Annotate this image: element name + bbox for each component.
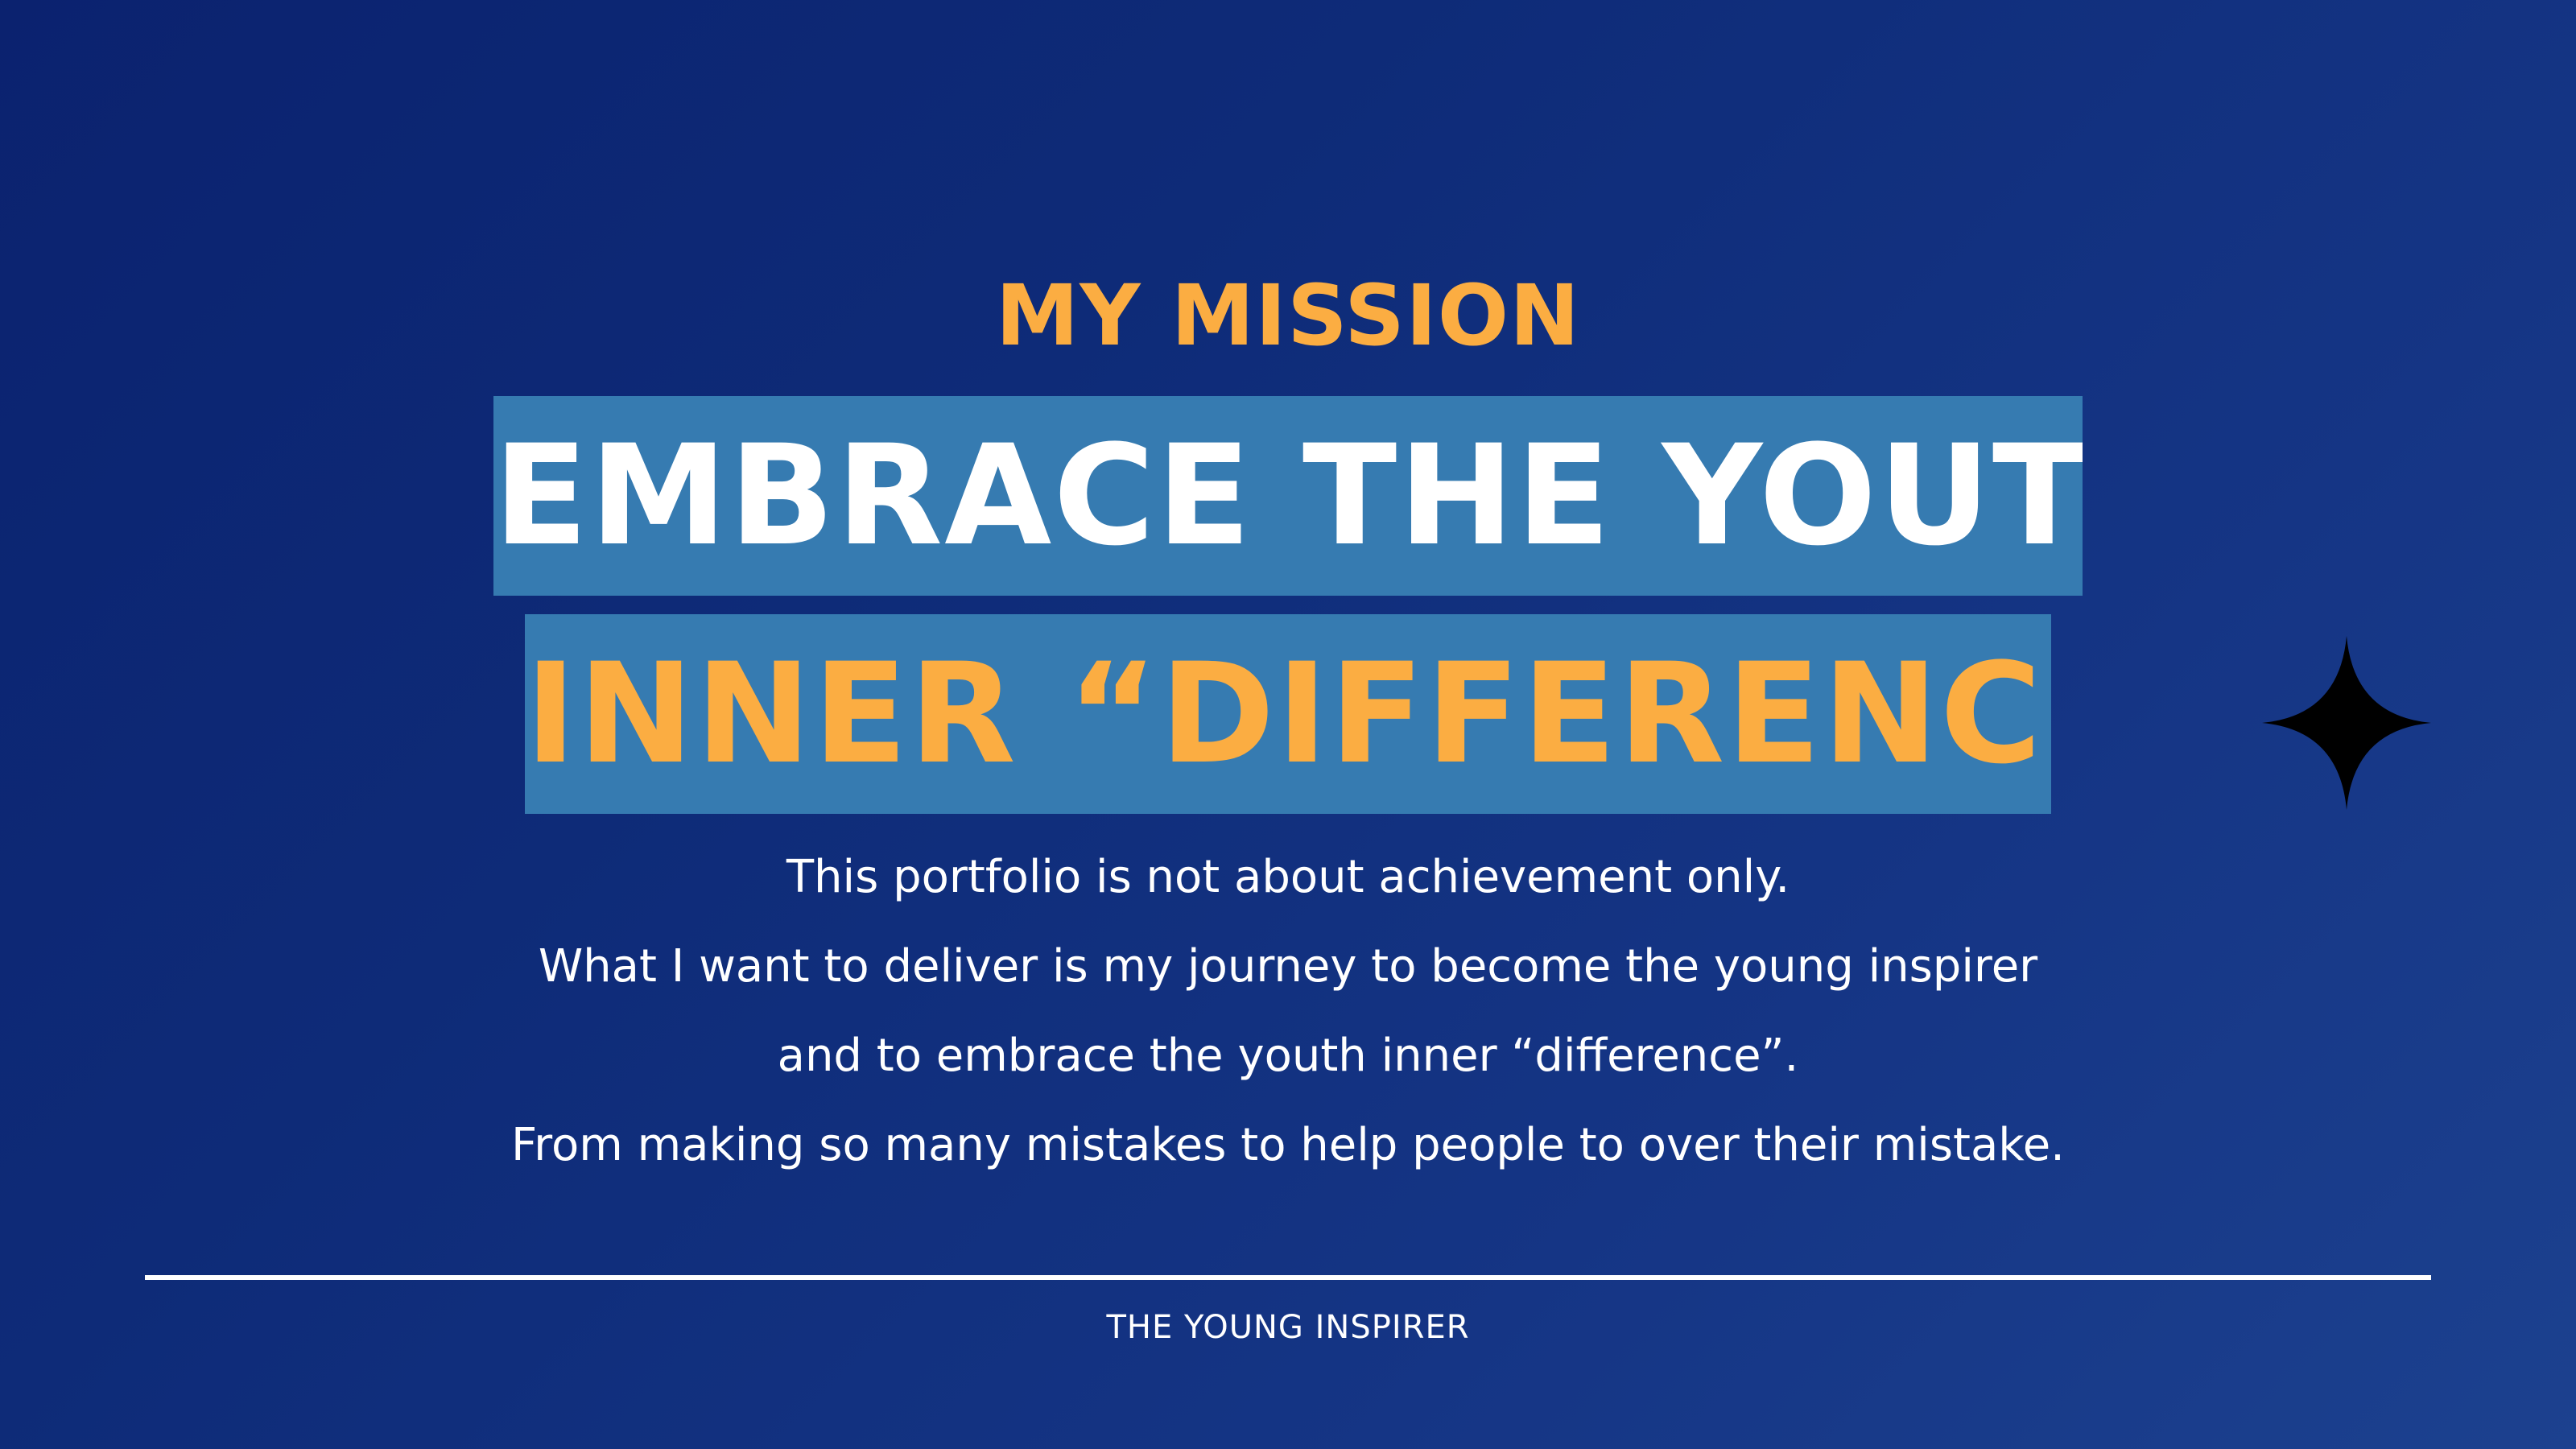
slide: MY MISSION EMBRACE THE YOUTH INNER “DIFF… — [0, 0, 2576, 1449]
footer-divider — [145, 1275, 2431, 1280]
four-point-star-icon — [2262, 636, 2431, 810]
body-line-1: This portfolio is not about achievement … — [786, 851, 1790, 903]
footer-brand: THE YOUNG INSPIRER — [1106, 1309, 1470, 1346]
body-line-3: and to embrace the youth inner “differen… — [777, 1030, 1799, 1082]
body-line-2: What I want to deliver is my journey to … — [538, 940, 2038, 993]
section-kicker: MY MISSION — [995, 266, 1581, 365]
mission-body: This portfolio is not about achievement … — [0, 832, 2576, 1190]
body-line-4: From making so many mistakes to help peo… — [511, 1119, 2065, 1171]
headline-line-2: INNER “DIFFERENCE” — [525, 614, 2051, 814]
headline-line-1: EMBRACE THE YOUTH — [493, 396, 2083, 596]
